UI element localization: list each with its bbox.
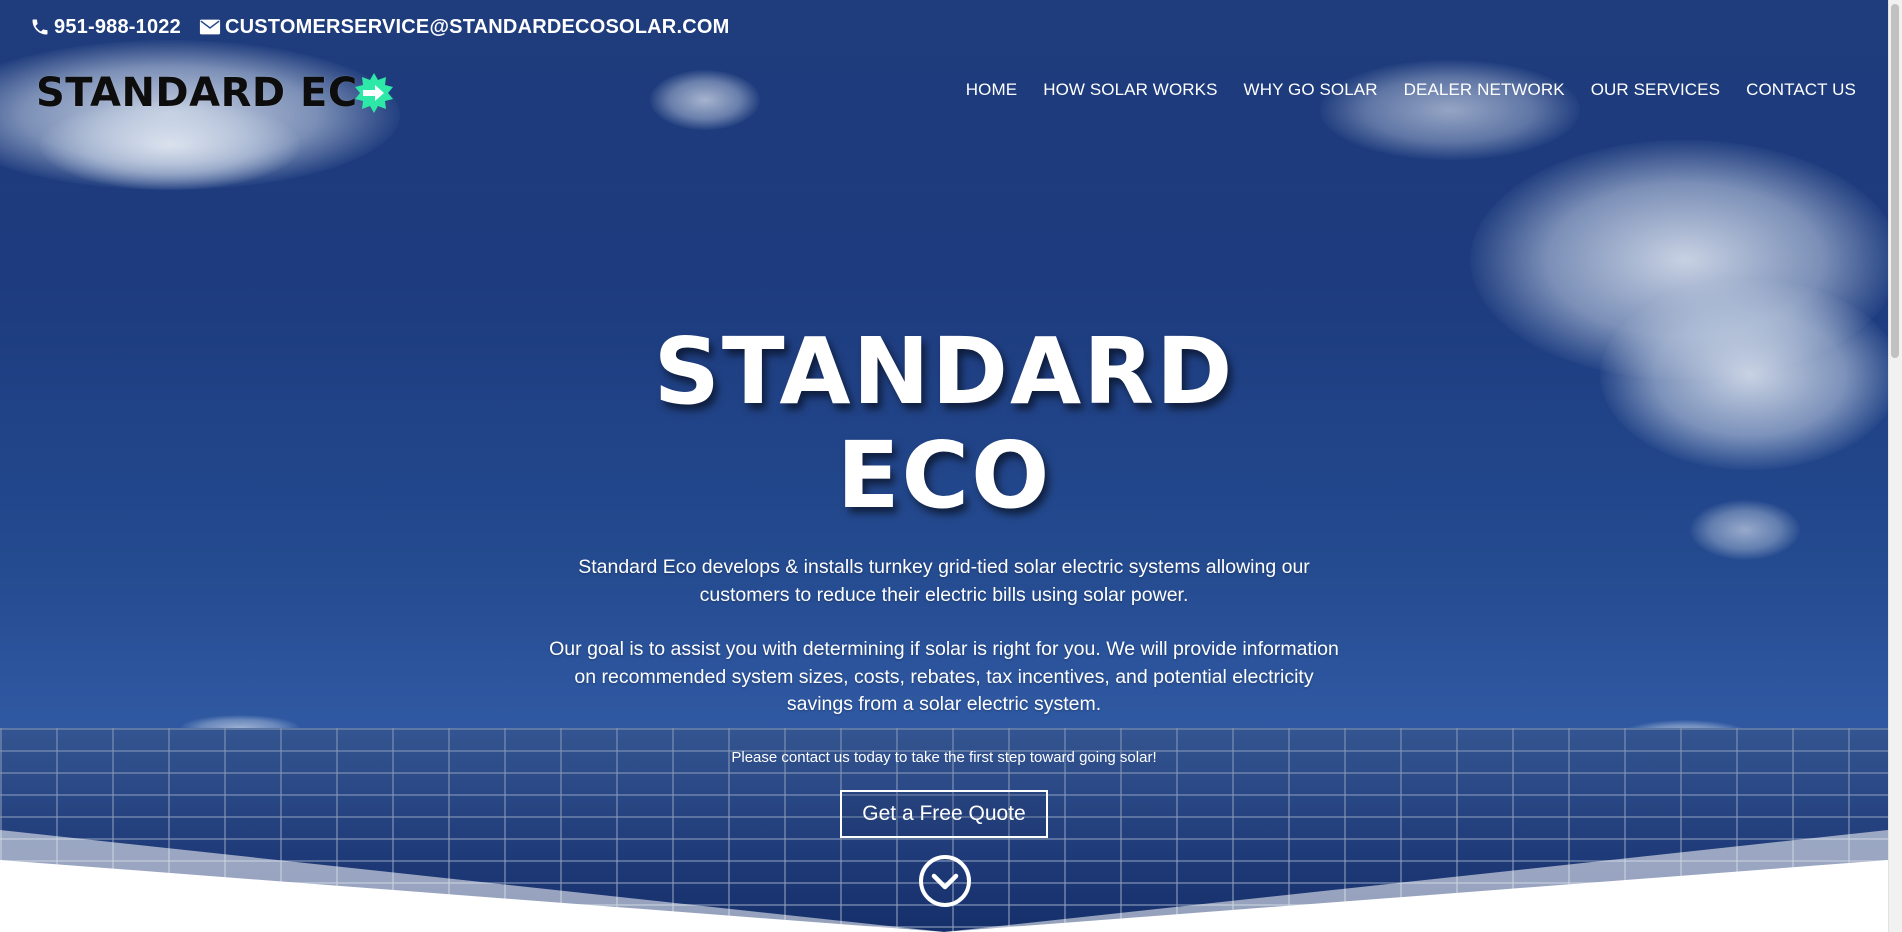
envelope-icon	[199, 19, 221, 35]
chevron-down-circle-icon[interactable]	[918, 854, 972, 908]
top-contact-bar: 951-988-1022 CUSTOMERSERVICE@STANDARDECO…	[30, 14, 729, 40]
main-navigation: HOME HOW SOLAR WORKS WHY GO SOLAR DEALER…	[966, 80, 1856, 100]
hero-title: STANDARD ECO	[653, 318, 1235, 529]
site-logo[interactable]: STANDARD EC	[36, 68, 394, 118]
nav-our-services[interactable]: OUR SERVICES	[1591, 80, 1720, 100]
scrollbar-thumb[interactable]	[1891, 4, 1899, 358]
nav-why-go-solar[interactable]: WHY GO SOLAR	[1244, 80, 1378, 100]
cloud-decoration	[1690, 500, 1800, 560]
phone-icon	[32, 19, 48, 35]
nav-dealer-network[interactable]: DEALER NETWORK	[1404, 80, 1565, 100]
cloud-decoration	[1600, 280, 1888, 470]
nav-how-solar-works[interactable]: HOW SOLAR WORKS	[1043, 80, 1217, 100]
nav-contact-us[interactable]: CONTACT US	[1746, 80, 1856, 100]
hero-content: STANDARD ECO Standard Eco develops & ins…	[540, 320, 1348, 838]
phone-number: 951-988-1022	[54, 15, 181, 38]
cloud-decoration	[650, 70, 760, 130]
phone-link[interactable]: 951-988-1022	[30, 16, 181, 39]
email-address: CUSTOMERSERVICE@STANDARDECOSOLAR.COM	[224, 15, 730, 38]
cloud-decoration	[1320, 60, 1580, 160]
hero-paragraph-2: Our goal is to assist you with determini…	[549, 638, 1339, 715]
logo-text: STANDARD EC	[36, 70, 358, 116]
get-free-quote-button[interactable]: Get a Free Quote	[840, 789, 1048, 838]
page-scrollbar[interactable]	[1888, 0, 1902, 932]
hero-call-to-action-text: Please contact us today to take the firs…	[731, 748, 1157, 766]
logo-arrow-icon	[354, 73, 393, 113]
email-link[interactable]: CUSTOMERSERVICE@STANDARDECOSOLAR.COM	[199, 16, 730, 39]
nav-home[interactable]: HOME	[966, 80, 1017, 100]
hero-paragraph-1: Standard Eco develops & installs turnkey…	[578, 556, 1310, 606]
